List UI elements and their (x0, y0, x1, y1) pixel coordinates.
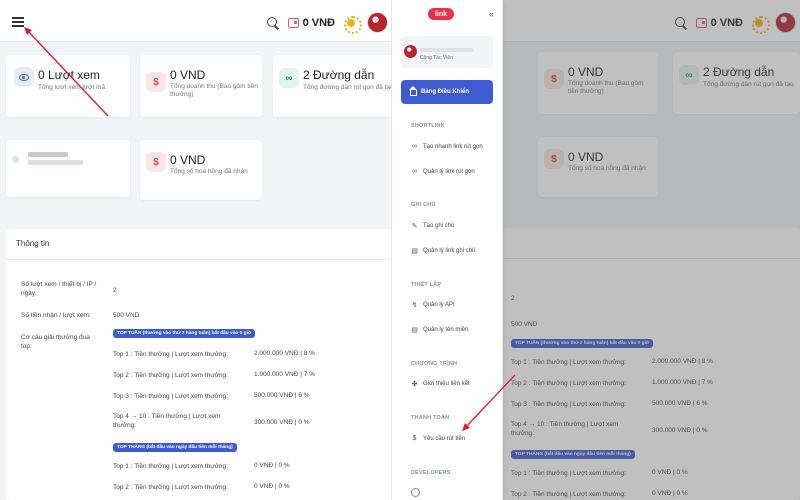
dashboard-screenshot-sidebar-open: 0 VNĐ $ 0 VND Tổng doanh thu (Bao gồm ti… (393, 0, 800, 500)
annotation-arrow (462, 374, 516, 431)
dashboard-screenshot-collapsed: 0 VNĐ 0 Lượt xem Tổng lượt xem lượt mã $… (0, 0, 392, 500)
annotation-arrow (24, 27, 109, 117)
